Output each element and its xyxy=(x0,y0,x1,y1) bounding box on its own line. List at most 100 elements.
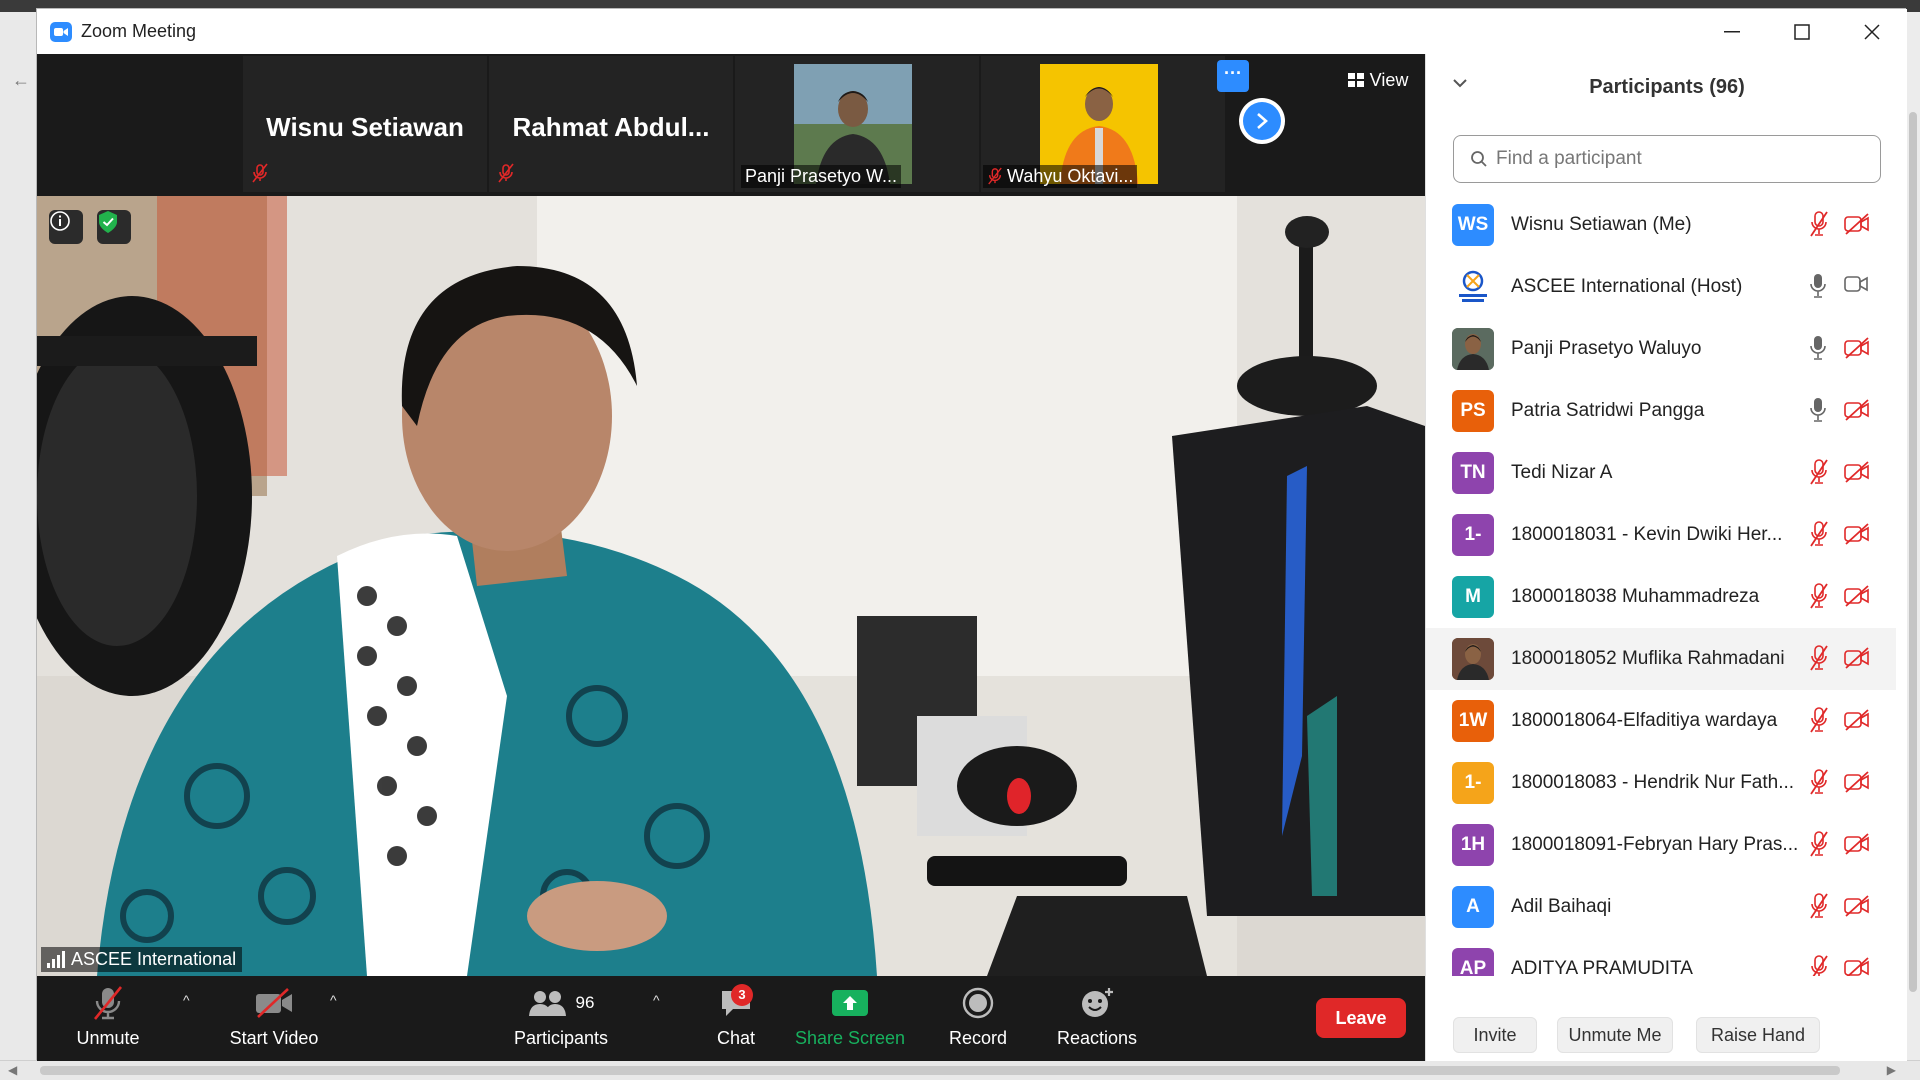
meeting-info-button[interactable] xyxy=(49,210,83,244)
camera-off-icon xyxy=(1844,647,1870,674)
encryption-shield-button[interactable] xyxy=(97,210,131,244)
start-video-button[interactable]: Start Video xyxy=(199,982,349,1049)
participant-row[interactable]: ASCEE International (Host) xyxy=(1426,256,1896,318)
camera-off-icon xyxy=(1844,585,1870,612)
zoom-window: Zoom Meeting Wisnu Setiawan Rahmat Abdul… xyxy=(36,8,1908,1061)
reactions-button[interactable]: Reactions xyxy=(1037,982,1157,1049)
panel-footer: Invite Unmute Me Raise Hand xyxy=(1426,1009,1908,1061)
chevron-right-icon xyxy=(1243,102,1281,140)
participant-name: Patria Satridwi Pangga xyxy=(1511,400,1705,421)
scroll-left-icon[interactable]: ◀ xyxy=(8,1063,17,1077)
participant-avatar xyxy=(1452,638,1494,680)
participant-row[interactable]: M 1800018038 Muhammadreza xyxy=(1426,566,1896,628)
participant-row[interactable]: 1800018052 Muflika Rahmadani xyxy=(1426,628,1896,690)
record-button[interactable]: Record xyxy=(933,982,1023,1049)
main-video[interactable]: ASCEE International xyxy=(37,196,1425,976)
participant-row[interactable]: 1W 1800018064-Elfaditiya wardaya xyxy=(1426,690,1896,752)
view-label: View xyxy=(1369,69,1409,90)
mic-icon xyxy=(1809,335,1827,366)
participant-row[interactable]: Panji Prasetyo Waluyo xyxy=(1426,318,1896,380)
unmute-me-button[interactable]: Unmute Me xyxy=(1557,1017,1673,1053)
muted-mic-icon xyxy=(251,163,269,188)
audio-options-caret-icon[interactable]: ^ xyxy=(183,992,190,1008)
chat-button[interactable]: 3 Chat xyxy=(701,982,771,1049)
speaker-name: ASCEE International xyxy=(71,949,237,969)
tile-name: Wisnu Setiawan xyxy=(266,112,464,142)
participant-list[interactable]: WS Wisnu Setiawan (Me) ASCEE International… xyxy=(1426,194,1908,976)
muted-mic-icon xyxy=(1809,769,1829,800)
unmute-button[interactable]: Unmute xyxy=(57,982,159,1049)
video-options-caret-icon[interactable]: ^ xyxy=(330,992,337,1008)
participant-name: 1800018083 - Hendrik Nur Fath... xyxy=(1511,772,1795,793)
tile-name: Wahyu Oktavi... xyxy=(983,165,1138,188)
back-arrow-icon[interactable]: ← xyxy=(12,70,30,91)
leave-button[interactable]: Leave xyxy=(1316,998,1406,1038)
desktop-left-edge: ← xyxy=(0,12,36,1060)
participant-name: Tedi Nizar A xyxy=(1511,462,1613,483)
participant-row[interactable]: 1- 1800018031 - Kevin Dwiki Her... xyxy=(1426,504,1896,566)
thumbnail-strip: Wisnu Setiawan Rahmat Abdul... Panji Pra… xyxy=(37,54,1425,194)
participant-row[interactable]: PS Patria Satridwi Pangga xyxy=(1426,380,1896,442)
participant-row[interactable]: A Adil Baihaqi xyxy=(1426,876,1896,938)
close-button[interactable] xyxy=(1837,9,1907,54)
participant-search[interactable] xyxy=(1453,135,1881,183)
search-icon xyxy=(1471,151,1487,167)
participant-avatar: WS xyxy=(1452,204,1494,246)
tile-name: Rahmat Abdul... xyxy=(512,112,710,142)
participant-row[interactable]: AP ADITYA PRAMUDITA xyxy=(1426,938,1896,976)
participant-row[interactable]: 1- 1800018083 - Hendrik Nur Fath... xyxy=(1426,752,1896,814)
participant-row[interactable]: 1H 1800018091-Febryan Hary Pras... xyxy=(1426,814,1896,876)
participant-name: Wisnu Setiawan (Me) xyxy=(1511,214,1692,235)
raise-hand-button[interactable]: Raise Hand xyxy=(1696,1017,1820,1053)
muted-mic-icon xyxy=(57,982,159,1024)
camera-off-icon xyxy=(1844,771,1870,798)
muted-mic-icon xyxy=(1809,211,1829,242)
camera-off-icon xyxy=(1844,957,1870,976)
maximize-button[interactable] xyxy=(1767,9,1837,54)
participant-avatar: 1W xyxy=(1452,700,1494,742)
participant-avatar: PS xyxy=(1452,390,1494,432)
unmute-label: Unmute xyxy=(76,1028,140,1048)
shield-icon xyxy=(99,211,117,233)
camera-off-icon xyxy=(1844,461,1870,488)
scroll-right-icon[interactable]: ▶ xyxy=(1887,1063,1896,1077)
meeting-toolbar: Unmute ^ Start Video ^ 96 Participants ^ xyxy=(37,976,1425,1061)
view-button[interactable]: View xyxy=(1337,62,1419,98)
more-options-button[interactable]: ··· xyxy=(1217,60,1249,92)
participant-name: ADITYA PRAMUDITA xyxy=(1511,958,1693,976)
speaker-video-frame xyxy=(37,196,1425,976)
video-off-icon xyxy=(199,982,349,1024)
next-page-button[interactable] xyxy=(1239,98,1285,144)
horizontal-scrollbar-thumb[interactable] xyxy=(40,1066,1840,1075)
participants-button[interactable]: 96 Participants xyxy=(501,982,621,1049)
record-icon xyxy=(933,982,1023,1024)
minimize-button[interactable] xyxy=(1697,9,1767,54)
horizontal-scrollbar[interactable]: ◀ ▶ xyxy=(0,1060,1920,1080)
muted-mic-icon xyxy=(1809,645,1829,676)
participant-name: 1800018031 - Kevin Dwiki Her... xyxy=(1511,524,1783,545)
muted-mic-icon xyxy=(1809,707,1829,738)
participant-row[interactable]: WS Wisnu Setiawan (Me) xyxy=(1426,194,1896,256)
video-tile[interactable]: Panji Prasetyo W... xyxy=(735,56,979,192)
window-title: Zoom Meeting xyxy=(81,21,197,41)
tile-name: Panji Prasetyo W... xyxy=(741,165,902,188)
participant-avatar: AP xyxy=(1452,948,1494,976)
muted-mic-icon xyxy=(1809,831,1829,862)
page-scrollbar-thumb[interactable] xyxy=(1909,112,1917,992)
muted-mic-icon xyxy=(988,167,1002,185)
video-tile[interactable]: Wisnu Setiawan xyxy=(243,56,487,192)
video-tile[interactable]: Rahmat Abdul... xyxy=(489,56,733,192)
page-scrollbar[interactable] xyxy=(1906,12,1920,1060)
invite-button[interactable]: Invite xyxy=(1453,1017,1537,1053)
participant-row[interactable]: TN Tedi Nizar A xyxy=(1426,442,1896,504)
participant-avatar: TN xyxy=(1452,452,1494,494)
search-input[interactable] xyxy=(1496,148,1856,170)
video-tile[interactable]: Wahyu Oktavi... xyxy=(981,56,1225,192)
video-area: Wisnu Setiawan Rahmat Abdul... Panji Pra… xyxy=(37,54,1425,1061)
camera-off-icon xyxy=(1844,523,1870,550)
chat-label: Chat xyxy=(716,1028,756,1048)
share-screen-button[interactable]: Share Screen xyxy=(775,982,925,1049)
participant-avatar xyxy=(1452,328,1494,370)
record-label: Record xyxy=(948,1028,1008,1048)
participants-options-caret-icon[interactable]: ^ xyxy=(653,992,660,1008)
